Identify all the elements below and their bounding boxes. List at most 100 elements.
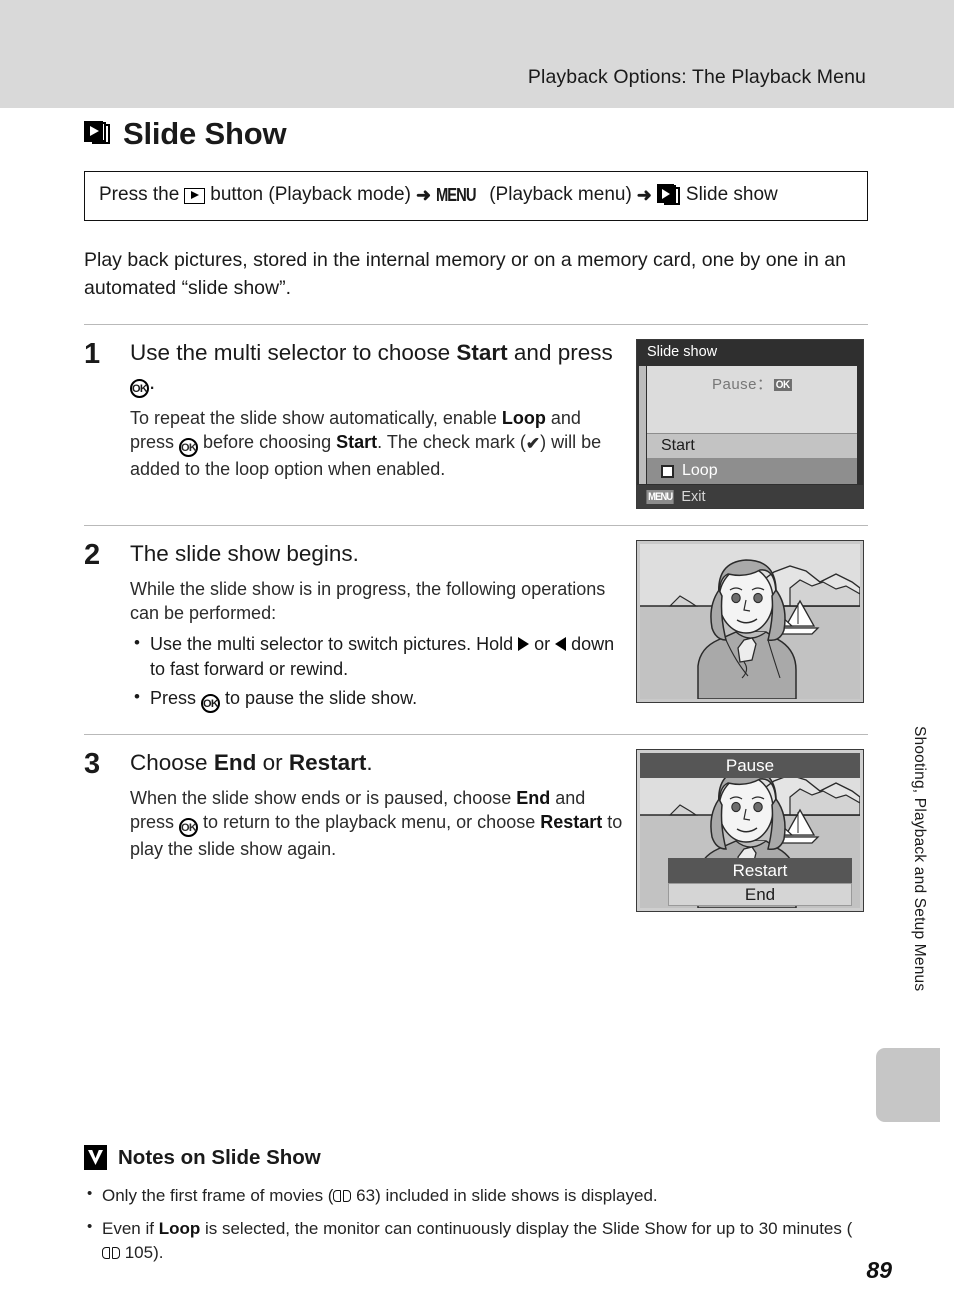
bullet-text: Press — [150, 688, 202, 709]
exit-label: Exit — [681, 488, 706, 505]
menu-item-end[interactable]: End — [668, 883, 852, 907]
step-title-text: or — [256, 750, 289, 776]
ok-button-icon: OK — [179, 818, 199, 838]
step-title: Use the multi selector to choose Start a… — [130, 339, 626, 398]
step-title-emphasis: End — [213, 750, 257, 776]
step-title-emphasis: Restart — [288, 750, 367, 776]
step-body-text: To repeat the slide show automatically, … — [130, 406, 626, 483]
notes-heading: Notes on Slide Show — [84, 1145, 868, 1170]
note-page-ref: 105 — [120, 1242, 154, 1262]
photo-illustration — [640, 544, 860, 700]
photo-illustration: Pause Restart End — [640, 753, 860, 909]
step-number: 3 — [84, 748, 101, 781]
bullet-text: Use the multi selector to switch picture… — [150, 634, 519, 655]
loop-checkbox[interactable] — [661, 464, 674, 478]
side-tab: Shooting, Playback and Setup Menus — [906, 726, 932, 1026]
body-text: . The check mark ( — [377, 432, 526, 453]
step-3: 3 Choose End or Restart. When the slide … — [84, 735, 868, 928]
bullet-text: or — [529, 634, 556, 655]
body-text: To repeat the slide show automatically, … — [130, 407, 502, 428]
note-text: Only the first frame of movies ( — [102, 1186, 334, 1205]
path-arrow-1: ➜ — [415, 184, 432, 205]
notes-heading-label: Notes on Slide Show — [118, 1145, 321, 1169]
step-title-text: Use the multi selector to choose — [130, 340, 457, 366]
camera-screen-slide-show-menu: Slide show Pause： OK Start Loop MENU Exi… — [636, 339, 864, 510]
body-emphasis: Loop — [501, 407, 546, 428]
intro-paragraph: Play back pictures, stored in the intern… — [84, 249, 846, 299]
side-tab-marker — [876, 1048, 940, 1122]
step-2-figure — [636, 540, 868, 718]
note-text: is selected, the monitor can continuousl… — [200, 1218, 853, 1238]
step-2-bullets: Use the multi selector to switch picture… — [130, 631, 626, 714]
step-title: Choose End or Restart. — [130, 749, 626, 777]
notes-list: Only the first frame of movies ( 63) inc… — [84, 1183, 868, 1265]
slideshow-icon — [656, 184, 681, 207]
path-button-word: button (Playback mode) — [210, 184, 411, 206]
path-target: Slide show — [685, 184, 778, 206]
list-item: Even if Loop is selected, the monitor ca… — [84, 1216, 868, 1265]
camera-screen-pause-menu: Pause Restart End — [636, 749, 864, 913]
path-menu-word: (Playback menu) — [489, 184, 632, 206]
menu-item-restart[interactable]: Restart — [668, 858, 852, 884]
page-content: Slide Show Press the button (Playback mo… — [84, 118, 868, 928]
screen-title: Slide show — [637, 340, 863, 364]
ok-button-icon: OK — [130, 378, 149, 398]
pause-separator: ： — [757, 376, 773, 394]
body-emphasis: Restart — [540, 812, 603, 833]
step-title-text: Choose — [130, 750, 214, 776]
ok-button-icon: OK — [179, 438, 199, 458]
note-text: ). — [153, 1242, 164, 1262]
menu-glyph-icon: MENU — [436, 184, 477, 205]
step-1-figure: Slide show Pause： OK Start Loop MENU Exi… — [636, 339, 868, 510]
body-emphasis: End — [516, 787, 551, 808]
step-title-text: and press — [507, 340, 613, 366]
menu-glyph-icon: MENU — [646, 489, 674, 504]
seascape-portrait-illustration — [640, 544, 860, 700]
step-body-text: When the slide show ends or is paused, c… — [130, 786, 626, 863]
note-page-ref: 63 — [351, 1186, 376, 1205]
playback-icon — [184, 187, 206, 204]
step-title-text: . — [366, 750, 373, 776]
running-header-title: Playback Options: The Playback Menu — [527, 66, 866, 88]
running-header-band — [0, 0, 954, 108]
slideshow-icon — [84, 120, 111, 147]
pause-label: Pause — [711, 376, 758, 394]
body-text: to return to the playback menu, or choos… — [198, 812, 541, 833]
screen-body: Pause： OK Start Loop — [639, 366, 857, 485]
screen-pause-hint: Pause： OK — [647, 366, 857, 394]
page-title: Slide Show — [123, 116, 287, 151]
check-mark-icon: ✔ — [525, 434, 541, 454]
triangle-right-icon — [518, 637, 530, 652]
step-title-emphasis: Start — [456, 340, 508, 366]
list-item: Press OK to pause the slide show. — [130, 685, 626, 714]
page-number: 89 — [866, 1257, 892, 1283]
menu-item-loop[interactable]: Loop — [647, 459, 857, 485]
menu-item-loop-label: Loop — [682, 462, 718, 480]
note-text: ) included in slide shows is displayed. — [375, 1186, 658, 1205]
step-2: 2 The slide show begins. While the slide… — [84, 526, 868, 734]
page-reference-icon — [102, 1246, 120, 1260]
step-3-figure: Pause Restart End — [636, 749, 868, 913]
ok-button-icon: OK — [773, 379, 792, 392]
step-number: 2 — [84, 539, 101, 572]
section-heading: Slide Show — [84, 118, 868, 149]
step-1: 1 Use the multi selector to choose Start… — [84, 325, 868, 525]
bullet-text: to pause the slide show. — [220, 688, 418, 709]
step-number: 1 — [84, 338, 101, 371]
menu-item-start[interactable]: Start — [647, 433, 857, 460]
camera-screen-slide-show-picture — [636, 540, 864, 704]
list-item: Use the multi selector to switch picture… — [130, 631, 626, 681]
triangle-left-icon — [555, 637, 567, 652]
navigation-path-box: Press the button (Playback mode) ➜ MENU … — [84, 171, 868, 221]
page-reference-icon — [333, 1189, 352, 1203]
screen-footer: MENU Exit — [637, 485, 863, 509]
body-text: When the slide show ends or is paused, c… — [130, 787, 517, 808]
screen-menu-items: Start Loop — [647, 433, 857, 485]
note-emphasis: Loop — [158, 1218, 201, 1238]
path-prefix: Press the — [99, 184, 180, 206]
step-title-text: . — [149, 368, 156, 394]
path-arrow-2: ➜ — [636, 184, 652, 205]
body-text: before choosing — [198, 432, 337, 453]
body-emphasis: Start — [336, 432, 378, 453]
step-body-text: While the slide show is in progress, the… — [130, 578, 606, 624]
